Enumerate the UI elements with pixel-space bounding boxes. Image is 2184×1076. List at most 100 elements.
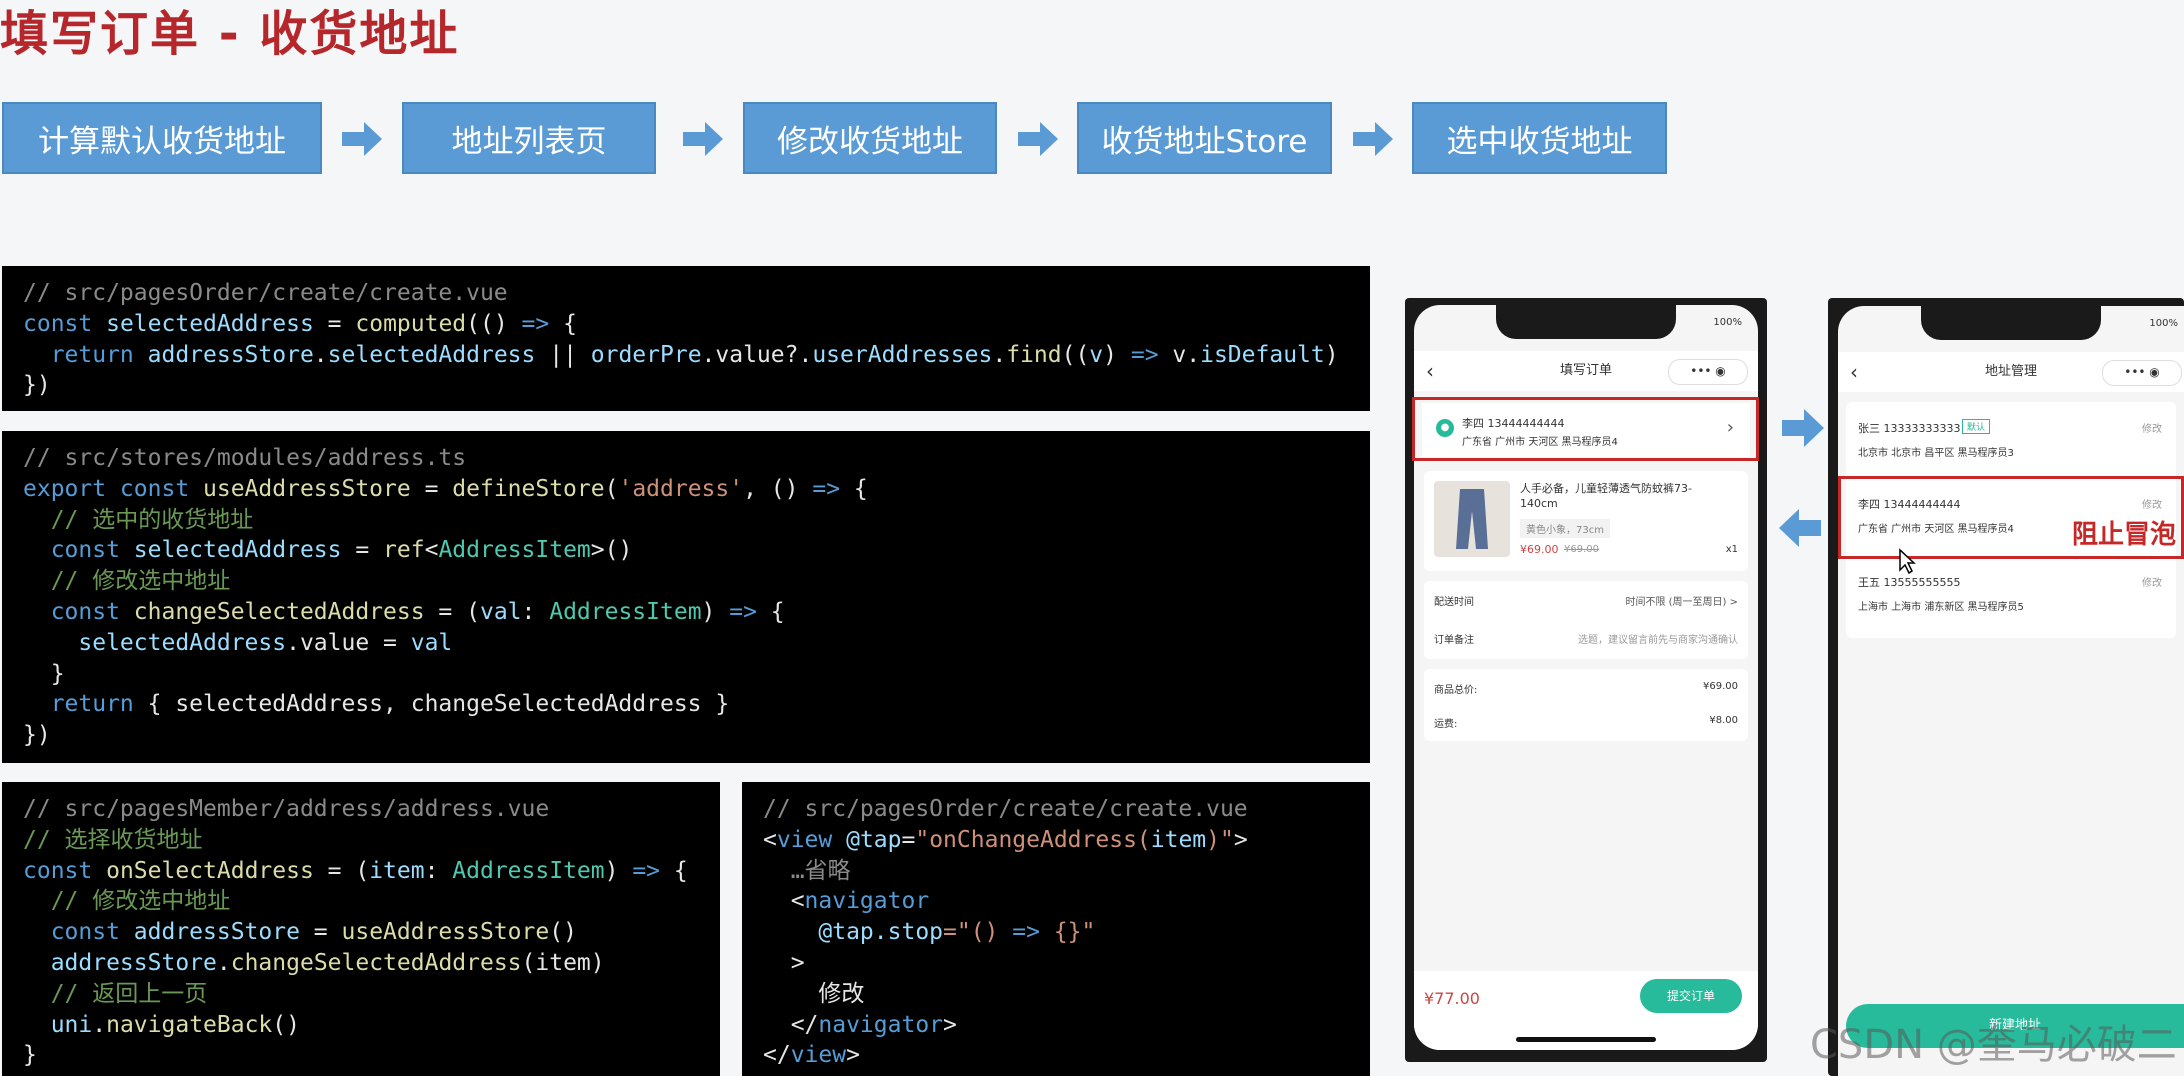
goods-image bbox=[1434, 481, 1510, 557]
address-item[interactable]: 张三 13333333333 默认 北京市 北京市 昌平区 黑马程序员3 修改 bbox=[1846, 402, 2176, 479]
code-token: onSelectAddress bbox=[92, 857, 314, 884]
bottom-toolbar: ¥77.00 提交订单 bbox=[1414, 971, 1758, 1050]
code-token: ) bbox=[1324, 341, 1339, 368]
code-comment: // 选中的收货地址 bbox=[23, 506, 254, 533]
address-item[interactable]: 王五 13555555555 上海市 上海市 浦东新区 黑马程序员5 修改 bbox=[1846, 556, 2176, 634]
phone-notch bbox=[1921, 306, 2101, 340]
nav-title: 地址管理 bbox=[1984, 364, 2037, 379]
code-token: { bbox=[549, 310, 577, 337]
edit-link[interactable]: 修改 bbox=[2142, 420, 2162, 435]
flow-step-5: 选中收货地址 bbox=[1412, 102, 1667, 174]
code-token: const bbox=[23, 598, 120, 625]
flow-step-1: 计算默认收货地址 bbox=[2, 102, 322, 174]
code-token: selectedAddress bbox=[327, 341, 536, 368]
edit-link[interactable]: 修改 bbox=[2142, 574, 2162, 589]
code-token: (( bbox=[1061, 341, 1090, 368]
code-token: navigator bbox=[804, 888, 930, 915]
code-comment: // src/pagesOrder/create/create.vue bbox=[23, 280, 508, 306]
flow-step-2: 地址列表页 bbox=[402, 102, 656, 174]
arrow-right-icon bbox=[1782, 409, 1824, 447]
address-item-name: 王五 13555555555 bbox=[1858, 576, 1961, 589]
code-token: "onChangeAddress( bbox=[915, 826, 1151, 853]
battery-indicator: 100% bbox=[2149, 318, 2178, 329]
code-token: navigateBack bbox=[106, 1011, 273, 1038]
code-token: {}" bbox=[1039, 919, 1096, 946]
code-token: changeSelectedAddress bbox=[119, 598, 425, 625]
code-token: . bbox=[216, 949, 231, 976]
code-token: < bbox=[763, 888, 805, 915]
code-token: view bbox=[776, 826, 833, 853]
code-token: || bbox=[535, 341, 591, 368]
cursor-icon bbox=[1899, 548, 1916, 574]
flow-arrow-icon bbox=[683, 122, 723, 156]
code-comment: // 返回上一页 bbox=[23, 980, 208, 1007]
code-token: val bbox=[479, 598, 522, 625]
code-token: ref bbox=[383, 537, 425, 564]
code-token: const bbox=[23, 310, 93, 337]
code-comment: …省略 bbox=[763, 857, 851, 884]
page-title: 填写订单 - 收货地址 bbox=[0, 6, 460, 62]
back-icon[interactable]: ‹ bbox=[1850, 352, 1858, 392]
code-token: AddressItem bbox=[549, 598, 702, 625]
code-token: { bbox=[840, 475, 868, 502]
back-icon[interactable]: ‹ bbox=[1426, 351, 1434, 391]
code-token: ) bbox=[701, 598, 730, 625]
code-token: v. bbox=[1158, 341, 1201, 368]
flow-arrow-icon bbox=[1018, 122, 1058, 156]
code-token: (() bbox=[466, 310, 522, 337]
address-item-detail: 上海市 上海市 浦东新区 黑马程序员5 bbox=[1858, 602, 2024, 613]
goods-spec: 黄色小象，73cm bbox=[1520, 519, 1610, 538]
code-token: const bbox=[23, 857, 93, 884]
address-item-name: 张三 13333333333 bbox=[1858, 422, 1961, 435]
code-comment: // 修改选中地址 bbox=[23, 568, 231, 595]
code-token: 'address' bbox=[618, 475, 744, 502]
code-token: selectedAddress bbox=[119, 537, 342, 564]
nav-bar: ‹ 地址管理 ••• ◉ bbox=[1838, 352, 2184, 392]
code-token: export const bbox=[23, 475, 190, 502]
phone-address-list: 100% ‹ 地址管理 ••• ◉ 张三 13333333333 默认 北京市 … bbox=[1828, 298, 2184, 1076]
total-value: ¥69.00 bbox=[1703, 681, 1738, 692]
code-token: => bbox=[1130, 341, 1159, 368]
flow-step-4: 收货地址Store bbox=[1077, 102, 1332, 174]
code-block-create-computed: // src/pagesOrder/create/create.vue cons… bbox=[2, 266, 1370, 411]
remark-input[interactable]: 选题，建议留言前先与商家沟通确认 bbox=[1578, 631, 1738, 646]
code-token: v bbox=[1089, 341, 1104, 368]
code-token: navigator bbox=[818, 1011, 944, 1038]
code-token: => bbox=[812, 475, 841, 502]
code-token: { bbox=[660, 857, 688, 884]
watermark: CSDN @奎马必破二 bbox=[1810, 1022, 2177, 1068]
code-token: item bbox=[1150, 826, 1207, 853]
code-token: )" bbox=[1206, 826, 1234, 853]
code-token: isDefault bbox=[1200, 341, 1325, 368]
code-token: addressStore bbox=[133, 341, 314, 368]
code-token: </ bbox=[763, 1042, 791, 1069]
code-comment: // 选择收货地址 bbox=[23, 826, 203, 853]
freight-label: 运费: bbox=[1434, 719, 1458, 730]
code-token: < bbox=[763, 826, 777, 853]
code-token: > bbox=[943, 1011, 957, 1038]
capsule-menu-icon[interactable]: ••• ◉ bbox=[2102, 360, 2182, 386]
code-token: : bbox=[424, 857, 453, 884]
code-token: = bbox=[410, 475, 453, 502]
code-token: ( bbox=[604, 475, 619, 502]
battery-indicator: 100% bbox=[1713, 317, 1742, 328]
code-token: { bbox=[756, 598, 785, 625]
code-token: useAddressStore bbox=[189, 475, 411, 502]
code-token: userAddresses bbox=[812, 341, 993, 368]
code-comment: // src/stores/modules/address.ts bbox=[23, 445, 467, 471]
code-token: : bbox=[521, 598, 550, 625]
code-token: () bbox=[272, 1011, 300, 1038]
goods-quantity: x1 bbox=[1725, 544, 1738, 555]
remark-label: 订单备注 bbox=[1434, 635, 1474, 646]
delivery-value[interactable]: 时间不限 (周一至周日) > bbox=[1625, 593, 1738, 608]
code-token: .value?. bbox=[701, 341, 813, 368]
code-token: = ( bbox=[424, 598, 480, 625]
code-token: return bbox=[23, 341, 134, 368]
capsule-menu-icon[interactable]: ••• ◉ bbox=[1668, 359, 1748, 385]
code-token: selectedAddress bbox=[106, 310, 314, 337]
code-token: </ bbox=[763, 1011, 819, 1038]
submit-order-button[interactable]: 提交订单 bbox=[1640, 979, 1742, 1013]
goods-card: 人手必备，儿童轻薄透气防蚊裤73-140cm 黄色小象，73cm ¥69.00 … bbox=[1424, 471, 1748, 571]
address-highlight-box bbox=[1412, 397, 1759, 461]
order-options: 配送时间 时间不限 (周一至周日) > 订单备注 选题，建议留言前先与商家沟通确… bbox=[1424, 581, 1748, 659]
